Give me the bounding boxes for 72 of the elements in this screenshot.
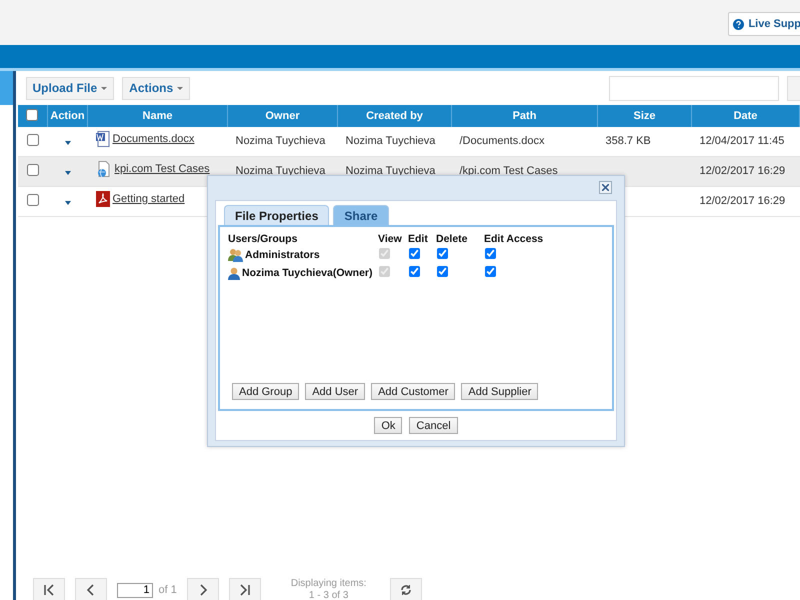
first-page-button[interactable] bbox=[32, 578, 64, 600]
add-button[interactable]: Add Customer bbox=[371, 383, 456, 400]
group-name: Administrators bbox=[245, 249, 320, 261]
help-icon bbox=[733, 18, 744, 30]
row-action-caret[interactable] bbox=[64, 140, 70, 144]
row-checkbox[interactable] bbox=[26, 164, 38, 176]
table-cell: 12/02/2017 16:29 bbox=[700, 194, 786, 206]
permission-checkbox[interactable] bbox=[437, 248, 448, 259]
column-header[interactable]: Date bbox=[692, 105, 800, 127]
upload-file-button[interactable]: Upload File bbox=[26, 76, 114, 100]
column-header[interactable]: Action bbox=[48, 105, 88, 127]
table-cell: /kpi.com Test Cases bbox=[460, 164, 558, 176]
close-icon bbox=[602, 184, 609, 191]
caret-icon bbox=[101, 86, 108, 90]
file-link[interactable]: Getting started bbox=[112, 193, 185, 205]
permission-checkbox[interactable] bbox=[485, 266, 496, 277]
page-number-field[interactable]: 1 bbox=[116, 582, 152, 598]
table-cell: 358.7 KB bbox=[606, 134, 651, 146]
column-header[interactable]: Size bbox=[598, 105, 692, 127]
page-count: of 1 bbox=[158, 584, 177, 596]
column-header: Edit bbox=[408, 233, 429, 245]
ok-button[interactable]: Ok bbox=[374, 417, 402, 434]
last-page-icon bbox=[238, 583, 252, 597]
select-all-checkbox[interactable] bbox=[26, 108, 38, 120]
users-icon bbox=[228, 248, 243, 262]
column-header[interactable]: Created by bbox=[338, 105, 452, 127]
user-icon bbox=[228, 266, 240, 280]
item-range: 1 - 3 of 3 bbox=[308, 590, 348, 600]
pdf-icon bbox=[96, 191, 110, 207]
search-field[interactable] bbox=[609, 76, 779, 100]
table-cell: Nozima Tuychieva bbox=[346, 134, 436, 146]
last-page-button[interactable] bbox=[228, 578, 261, 600]
column-header: Delete bbox=[436, 233, 469, 245]
caret-icon bbox=[177, 86, 184, 90]
refresh-icon bbox=[399, 583, 414, 597]
table-cell: /Documents.docx bbox=[460, 134, 544, 146]
table-cell: 12/04/2017 11:45 bbox=[700, 134, 784, 146]
column-header[interactable]: Path bbox=[452, 105, 598, 127]
next-page-button[interactable] bbox=[186, 578, 219, 600]
close-button[interactable] bbox=[599, 181, 612, 194]
permission-checkbox[interactable] bbox=[409, 248, 420, 259]
add-button[interactable]: Add Group bbox=[232, 383, 300, 400]
actions-button[interactable]: Actions bbox=[122, 76, 190, 100]
status-label: Displaying items: bbox=[290, 578, 366, 590]
table-cell: Nozima Tuychieva bbox=[346, 164, 436, 176]
table-cell: 12/02/2017 16:29 bbox=[700, 164, 786, 176]
column-header: View bbox=[378, 233, 403, 245]
column-header: Users/Groups bbox=[228, 233, 298, 245]
refresh-button[interactable] bbox=[390, 578, 422, 600]
first-page-icon bbox=[42, 583, 56, 597]
row-checkbox[interactable] bbox=[26, 194, 38, 206]
row-action-caret[interactable] bbox=[64, 200, 70, 204]
tab[interactable]: File Properties bbox=[224, 205, 330, 225]
file-link[interactable]: Documents.docx bbox=[112, 133, 194, 145]
user-name: Nozima Tuychieva(Owner) bbox=[242, 267, 373, 279]
permission-checkbox[interactable] bbox=[409, 266, 420, 277]
tab[interactable]: Share bbox=[333, 205, 389, 225]
table-cell: Nozima Tuychieva bbox=[236, 164, 326, 176]
column-header[interactable]: Name bbox=[88, 105, 228, 127]
permission-checkbox[interactable] bbox=[437, 266, 448, 277]
column-header: Edit Access bbox=[484, 233, 544, 245]
row-checkbox[interactable] bbox=[26, 134, 38, 146]
previous-page-button[interactable] bbox=[74, 578, 106, 600]
add-button[interactable]: Add User bbox=[305, 383, 366, 400]
document-icon bbox=[96, 131, 110, 147]
add-button[interactable]: Add Supplier bbox=[461, 383, 538, 400]
permission-checkbox[interactable] bbox=[485, 248, 496, 259]
column-header[interactable]: Owner bbox=[228, 105, 338, 127]
document-globe-icon bbox=[96, 160, 112, 178]
table-cell: Nozima Tuychieva bbox=[236, 134, 326, 146]
row-action-caret[interactable] bbox=[64, 170, 70, 174]
cancel-button[interactable]: Cancel bbox=[409, 417, 458, 434]
